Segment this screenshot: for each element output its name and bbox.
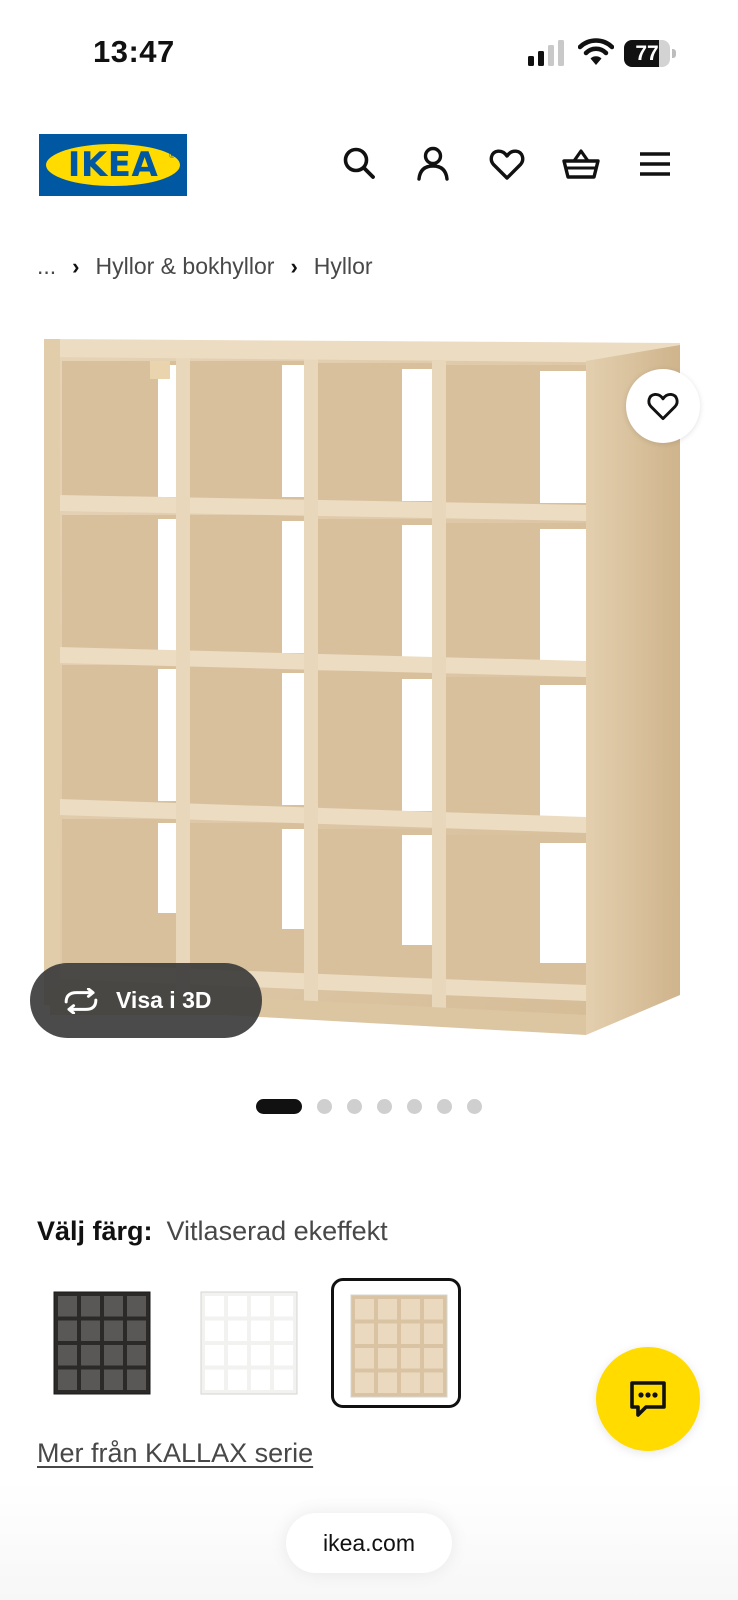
wifi-icon (577, 38, 615, 66)
battery-icon: 77 (624, 40, 676, 67)
view-in-3d-button[interactable]: Visa i 3D (30, 963, 262, 1038)
heart-icon[interactable] (487, 144, 527, 184)
image-pagination (256, 1098, 482, 1114)
pagination-dot-active[interactable] (256, 1098, 302, 1114)
series-link[interactable]: Mer från KALLAX serie (37, 1438, 313, 1469)
chat-icon (630, 1381, 666, 1417)
search-icon[interactable] (340, 144, 380, 184)
color-swatch-white[interactable] (184, 1278, 314, 1408)
selected-color-value: Vitlaserad ekeffekt (166, 1216, 388, 1246)
pagination-dot[interactable] (317, 1098, 332, 1114)
status-time: 13:47 (93, 34, 175, 69)
pagination-dot[interactable] (467, 1098, 482, 1114)
shelf-thumbnail-white (200, 1291, 298, 1395)
rotate-3d-icon (64, 987, 98, 1014)
shelf-thumbnail-oak (350, 1294, 448, 1398)
account-icon[interactable] (413, 144, 453, 184)
menu-icon[interactable] (635, 144, 675, 184)
chat-button[interactable] (596, 1347, 700, 1451)
color-selector-heading: Välj färg: Vitlaserad ekeffekt (37, 1216, 388, 1247)
pagination-dot[interactable] (377, 1098, 392, 1114)
url-text: ikea.com (322, 1529, 416, 1556)
pagination-dot[interactable] (437, 1098, 452, 1114)
cellular-signal-icon (528, 40, 568, 66)
chevron-right-icon: › (290, 253, 298, 279)
color-swatch-white-stained-oak[interactable] (331, 1278, 461, 1408)
url-bar[interactable]: ikea.com (286, 1513, 452, 1573)
breadcrumb: ... › Hyllor & bokhyllor › Hyllor (37, 253, 373, 280)
logo-text: IKEA (67, 145, 159, 185)
chevron-right-icon: › (72, 253, 80, 279)
color-swatch-black-brown[interactable] (37, 1278, 167, 1408)
product-image[interactable] (40, 335, 700, 1055)
add-to-favourites-button[interactable] (626, 369, 700, 443)
pagination-dot[interactable] (407, 1098, 422, 1114)
breadcrumb-item-shelves[interactable]: Hyllor (314, 253, 373, 280)
ikea-logo[interactable]: IKEA ® (39, 134, 187, 196)
pagination-dot[interactable] (347, 1098, 362, 1114)
color-label: Välj färg: (37, 1216, 153, 1246)
breadcrumb-item-shelving[interactable]: Hyllor & bokhyllor (96, 253, 275, 280)
basket-icon[interactable] (561, 144, 601, 184)
shelf-thumbnail-black (53, 1291, 151, 1395)
breadcrumb-ellipsis[interactable]: ... (37, 253, 56, 280)
view-in-3d-label: Visa i 3D (116, 987, 212, 1013)
battery-level: 77 (635, 42, 659, 65)
heart-icon (647, 393, 679, 421)
